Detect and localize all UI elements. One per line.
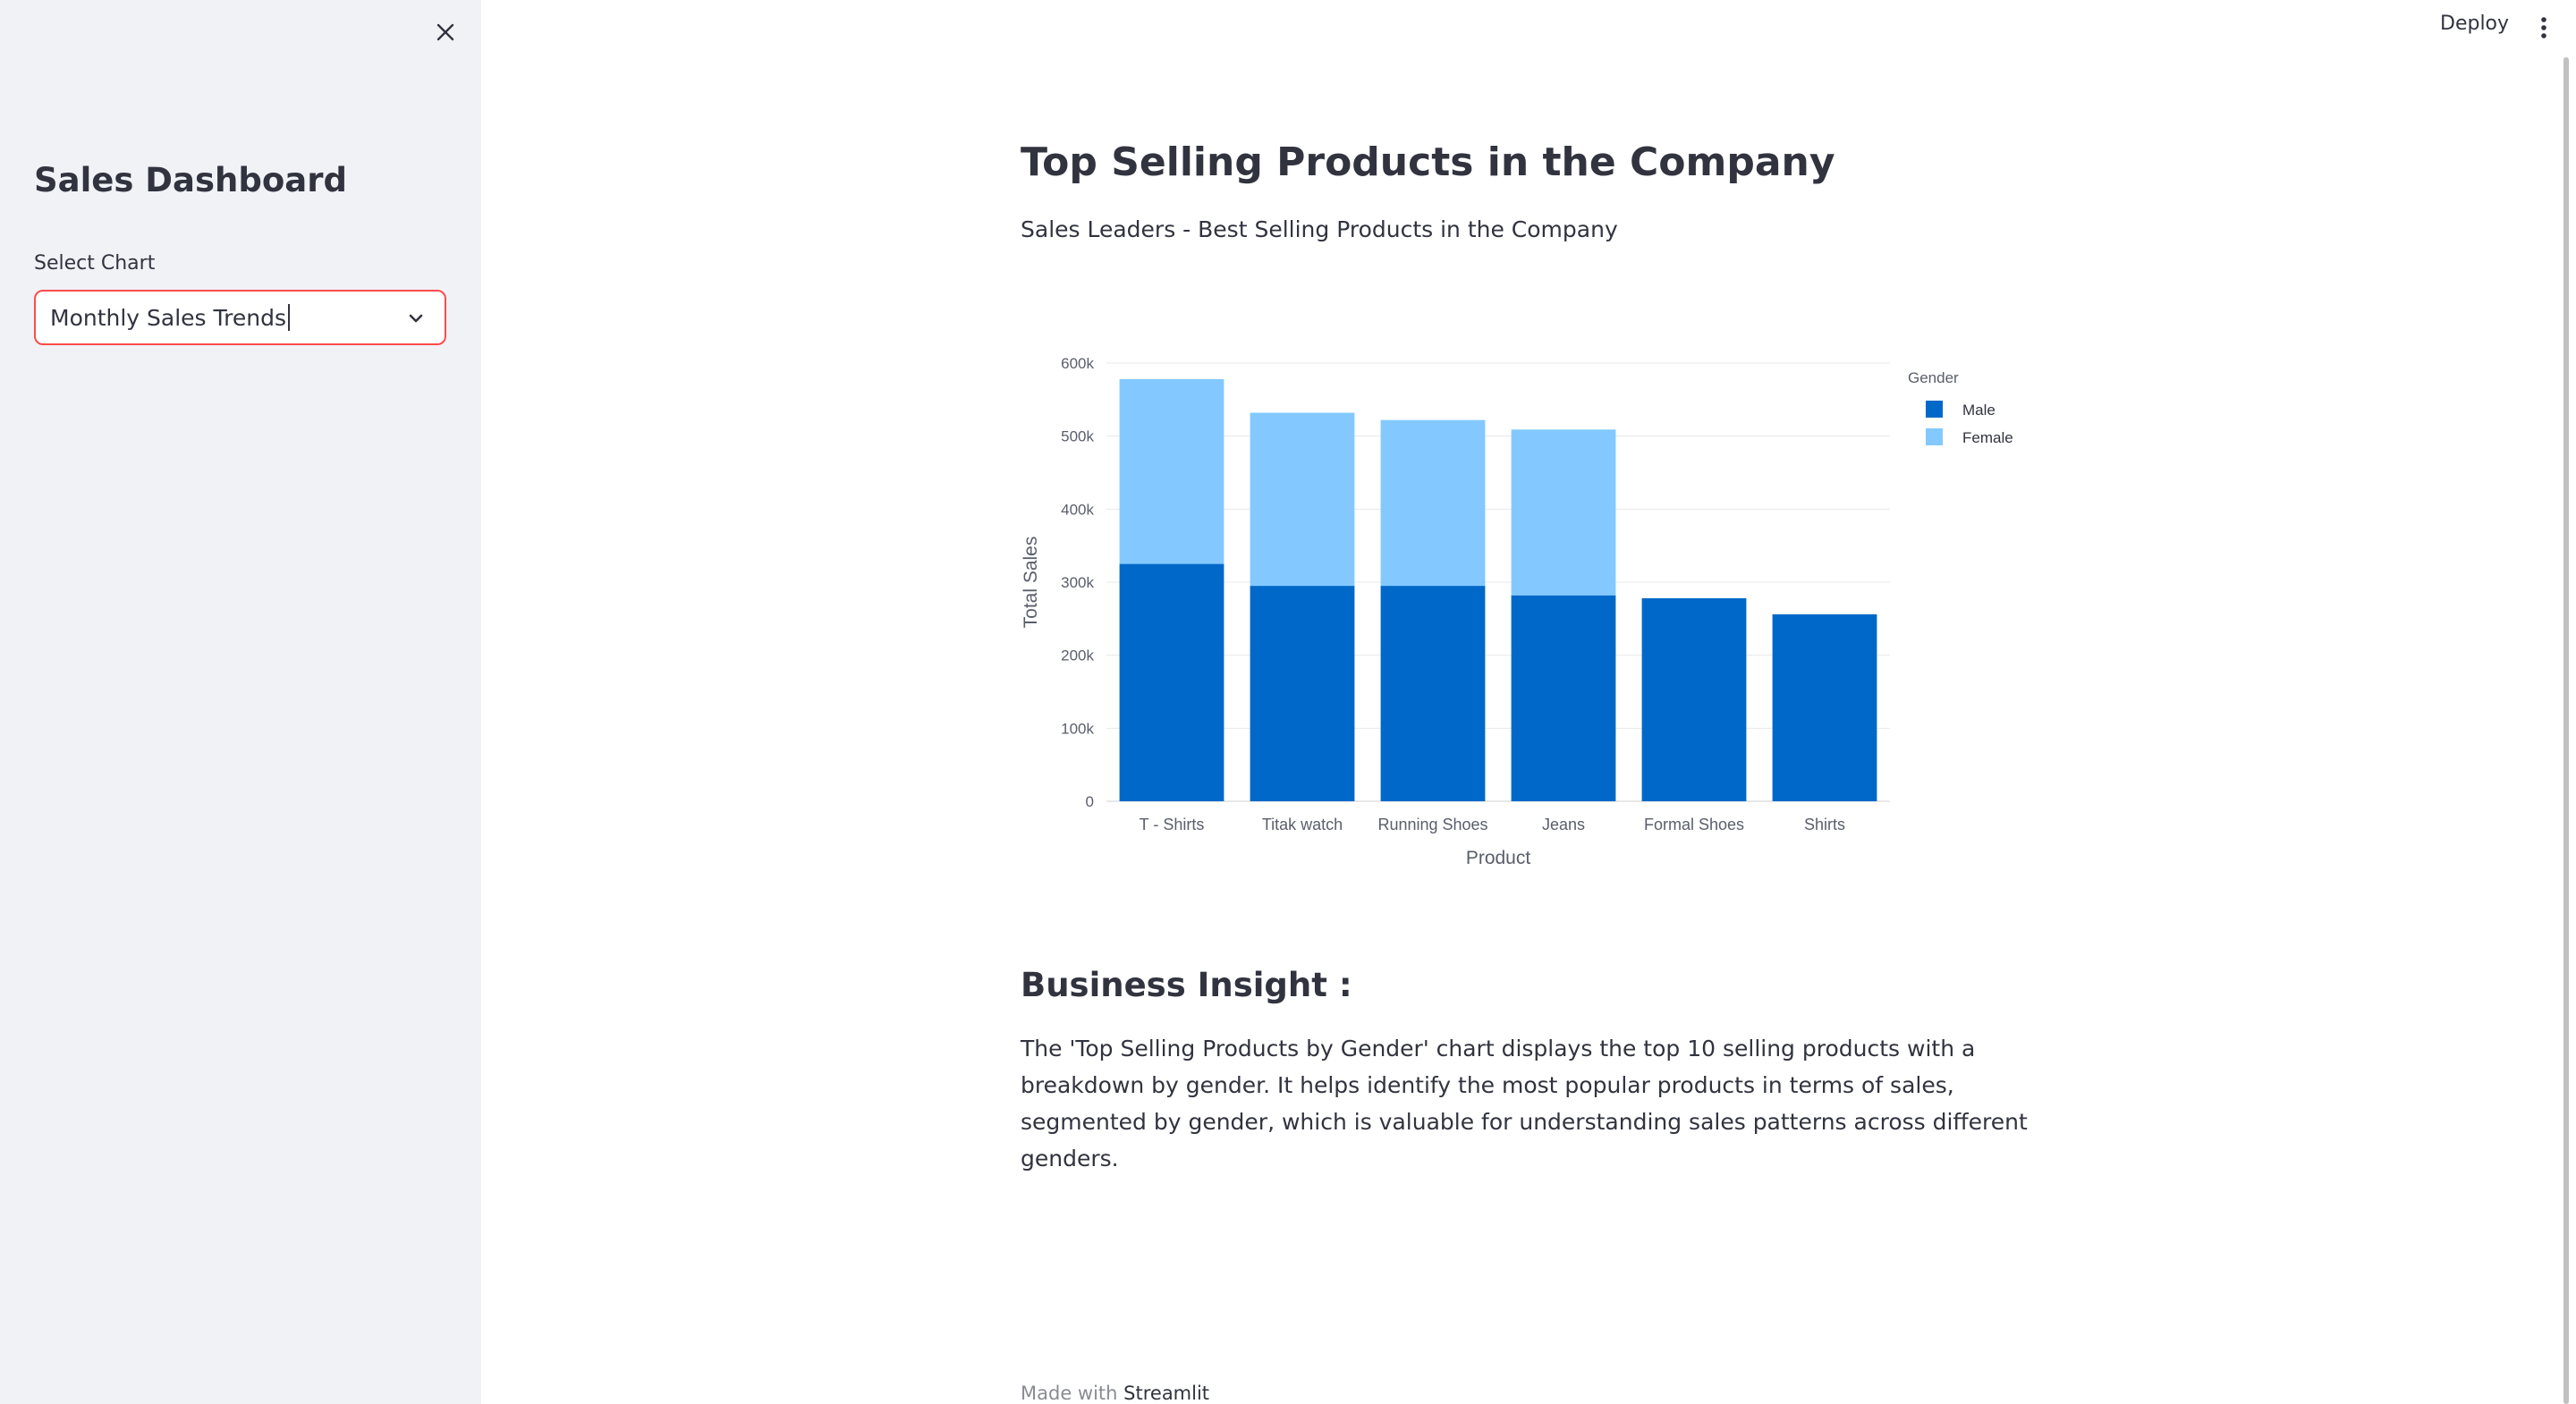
x-tick-label: Shirts: [1804, 816, 1845, 833]
y-tick-label: 500k: [1061, 428, 1094, 445]
deploy-button[interactable]: Deploy: [2440, 13, 2509, 35]
legend-swatch-male[interactable]: [1926, 401, 1943, 418]
y-tick-label: 0: [1086, 793, 1094, 810]
bar-male[interactable]: [1380, 586, 1486, 801]
x-tick-label: T - Shirts: [1140, 816, 1205, 833]
x-tick-label: Jeans: [1542, 816, 1585, 833]
bar-male[interactable]: [1250, 586, 1355, 801]
y-axis-label: Total Sales: [1021, 537, 1041, 629]
bar-female[interactable]: [1250, 412, 1355, 587]
x-tick-label: Titak watch: [1262, 816, 1343, 833]
scrollbar[interactable]: [2563, 57, 2569, 1404]
text-caret: [287, 304, 290, 331]
y-tick-label: 100k: [1061, 720, 1094, 737]
y-tick-label: 600k: [1061, 355, 1094, 372]
insight-title: Business Insight :: [1021, 966, 1352, 1004]
y-tick-label: 200k: [1061, 647, 1094, 664]
bar-male[interactable]: [1511, 595, 1616, 801]
legend-label: Male: [1962, 402, 1996, 419]
x-tick-label: Running Shoes: [1377, 816, 1487, 833]
footer: Made with Streamlit: [1021, 1383, 1209, 1404]
bar-male[interactable]: [1641, 597, 1747, 801]
close-icon: [436, 23, 454, 41]
y-tick-label: 400k: [1061, 501, 1094, 518]
chevron-down-icon: [405, 308, 427, 333]
bar-female[interactable]: [1119, 378, 1224, 564]
bar-female[interactable]: [1511, 429, 1616, 596]
y-tick-label: 300k: [1061, 574, 1094, 591]
bar-male[interactable]: [1772, 613, 1877, 801]
legend-label: Female: [1962, 429, 2013, 446]
page-title: Top Selling Products in the Company: [1021, 140, 1835, 185]
footer-prefix: Made with: [1021, 1383, 1118, 1404]
close-sidebar-button[interactable]: [428, 14, 463, 50]
page-subtitle: Sales Leaders - Best Selling Products in…: [1021, 216, 1618, 242]
sidebar: Sales Dashboard Select Chart Monthly Sal…: [0, 0, 481, 1404]
sidebar-title: Sales Dashboard: [34, 161, 347, 199]
x-axis-label: Product: [1466, 848, 1531, 868]
x-tick-label: Formal Shoes: [1644, 816, 1744, 833]
select-chart-value: Monthly Sales Trends: [50, 304, 286, 331]
select-chart-dropdown[interactable]: Monthly Sales Trends: [34, 290, 446, 345]
select-chart-label: Select Chart: [34, 252, 156, 275]
insight-text: The 'Top Selling Products by Gender' cha…: [1021, 1036, 2028, 1171]
streamlit-link[interactable]: Streamlit: [1123, 1383, 1209, 1404]
legend-title: Gender: [1908, 369, 1959, 386]
bar-male[interactable]: [1119, 563, 1224, 801]
bar-female[interactable]: [1380, 419, 1486, 587]
more-vertical-icon: [2541, 17, 2546, 38]
sales-bar-chart[interactable]: 0 100k 200k 300k 400k 500k 600k T - Shirts Titak…: [1021, 340, 2040, 894]
legend-swatch-female[interactable]: [1926, 428, 1943, 445]
main-menu-button[interactable]: [2535, 13, 2553, 43]
